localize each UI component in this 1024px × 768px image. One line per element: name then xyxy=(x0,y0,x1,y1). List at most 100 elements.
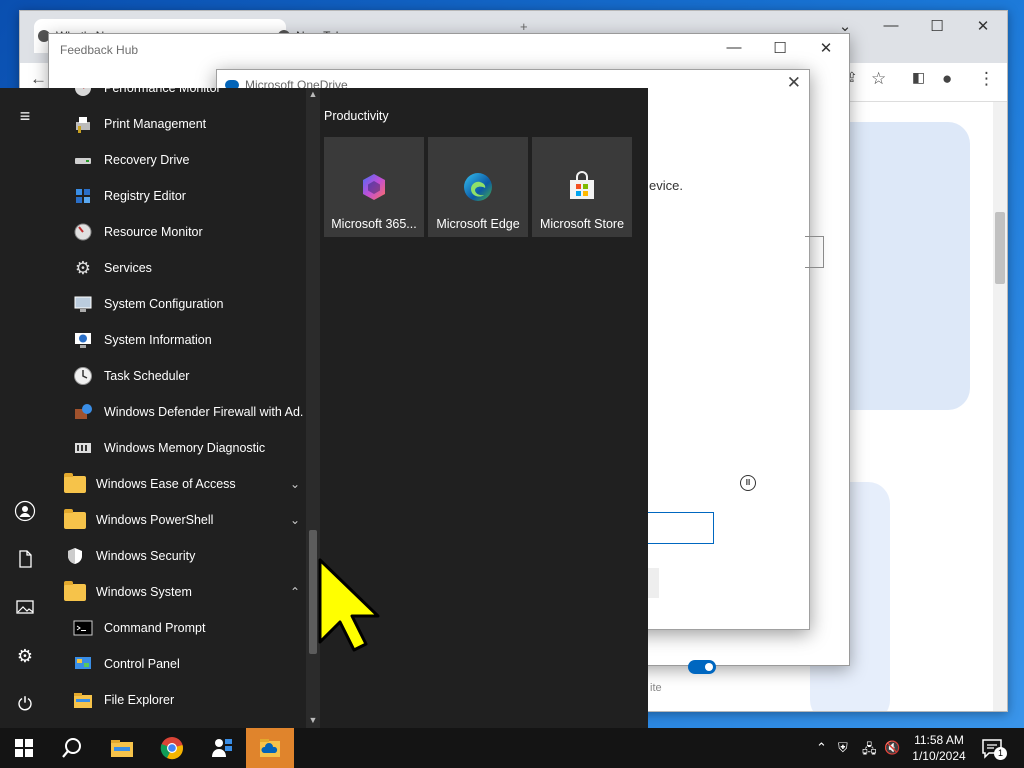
chrome-minimize-button[interactable]: — xyxy=(868,17,914,34)
tile-microsoft-store[interactable]: Microsoft Store xyxy=(532,137,632,237)
app-label: Resource Monitor xyxy=(104,225,203,239)
onedrive-close-button[interactable]: ✕ xyxy=(787,73,801,93)
taskbar-people[interactable] xyxy=(198,728,246,768)
app-list: Performance Monitor Print Management Rec… xyxy=(50,88,306,728)
feedback-close-button[interactable]: ✕ xyxy=(803,39,849,57)
app-item-print-management[interactable]: Print Management xyxy=(50,106,306,142)
taskbar-chrome[interactable] xyxy=(148,728,196,768)
edge-icon xyxy=(464,173,492,201)
control-panel-icon xyxy=(72,654,94,674)
tile-microsoft-edge[interactable]: Microsoft Edge xyxy=(428,137,528,237)
app-item-control-panel[interactable]: Control Panel xyxy=(50,646,306,682)
taskbar: ⌃ ⛨ 🖧 🔇 11:58 AM 1/10/2024 1 xyxy=(0,728,1024,768)
app-folder-windows-system[interactable]: Windows System ⌃ xyxy=(50,574,306,610)
mouse-cursor-icon xyxy=(318,558,380,652)
background-label: ite xyxy=(650,682,662,694)
user-icon[interactable] xyxy=(13,500,37,524)
new-tab-icon[interactable]: + xyxy=(520,19,528,34)
background-toggle[interactable] xyxy=(688,660,716,674)
folder-icon xyxy=(64,581,86,602)
app-item-recovery-drive[interactable]: Recovery Drive xyxy=(50,142,306,178)
tile-microsoft-365[interactable]: Microsoft 365... xyxy=(324,137,424,237)
app-label: Windows Ease of Access xyxy=(96,477,236,491)
clock[interactable]: 11:58 AM 1/10/2024 xyxy=(900,732,978,764)
system-configuration-icon xyxy=(72,294,94,314)
app-item-performance-monitor[interactable]: Performance Monitor xyxy=(50,88,306,106)
app-label: Print Management xyxy=(104,117,207,131)
app-item-services[interactable]: ⚙ Services xyxy=(50,250,306,286)
app-item-windows-defender-firewall[interactable]: Windows Defender Firewall with Ad... xyxy=(50,394,306,430)
app-label: Windows Memory Diagnostic xyxy=(104,441,266,455)
file-explorer-icon xyxy=(72,690,94,710)
folder-icon xyxy=(64,509,86,530)
volume-muted-icon[interactable]: 🔇 xyxy=(884,740,900,756)
app-folder-windows-powershell[interactable]: Windows PowerShell ⌄ xyxy=(50,502,306,538)
app-item-system-configuration[interactable]: System Configuration xyxy=(50,286,306,322)
people-icon xyxy=(212,739,232,757)
clock-date: 1/10/2024 xyxy=(912,749,966,763)
start-button[interactable] xyxy=(0,728,48,768)
chrome-maximize-button[interactable]: ☐ xyxy=(914,17,960,35)
chrome-close-button[interactable]: ✕ xyxy=(960,17,1006,35)
feedback-minimize-button[interactable]: — xyxy=(711,39,757,56)
app-item-task-scheduler[interactable]: Task Scheduler xyxy=(50,358,306,394)
firewall-icon xyxy=(72,402,94,422)
onedrive-setup-icon xyxy=(260,739,280,757)
resource-monitor-icon xyxy=(72,222,94,242)
app-item-windows-memory-diagnostic[interactable]: Windows Memory Diagnostic xyxy=(50,430,306,466)
scroll-up-icon[interactable]: ▲ xyxy=(306,89,320,99)
recovery-drive-icon xyxy=(72,150,94,170)
profile-icon[interactable]: ● xyxy=(942,69,952,89)
store-icon xyxy=(570,171,594,199)
settings-icon[interactable]: ⚙ xyxy=(13,644,37,668)
chrome-scroll-thumb[interactable] xyxy=(995,212,1005,284)
start-icon xyxy=(15,739,33,757)
app-label: System Configuration xyxy=(104,297,224,311)
shield-icon xyxy=(64,546,86,566)
notification-count-badge: 1 xyxy=(994,747,1007,760)
registry-editor-icon xyxy=(72,186,94,206)
app-item-command-prompt[interactable]: Command Prompt xyxy=(50,610,306,646)
network-icon[interactable]: 🖧 xyxy=(862,740,877,762)
security-alert-icon[interactable]: ⛨ xyxy=(838,740,848,756)
app-item-registry-editor[interactable]: Registry Editor xyxy=(50,178,306,214)
pause-icon[interactable]: II xyxy=(740,475,756,491)
taskbar-onedrive-setup[interactable] xyxy=(246,728,294,768)
back-icon[interactable]: ← xyxy=(30,69,47,89)
taskbar-file-explorer[interactable] xyxy=(98,728,146,768)
app-folder-windows-ease-of-access[interactable]: Windows Ease of Access ⌄ xyxy=(50,466,306,502)
search-icon xyxy=(62,738,81,758)
feedback-maximize-button[interactable]: ☐ xyxy=(757,39,803,57)
search-button[interactable] xyxy=(48,728,96,768)
app-item-resource-monitor[interactable]: Resource Monitor xyxy=(50,214,306,250)
chrome-menu-icon[interactable]: ⋮ xyxy=(978,69,995,89)
power-icon[interactable]: ⏻ xyxy=(13,692,37,716)
action-center-button[interactable]: 1 xyxy=(980,736,1010,760)
chevron-down-icon: ⌄ xyxy=(289,477,300,491)
app-item-file-explorer[interactable]: File Explorer xyxy=(50,682,306,718)
scroll-down-icon[interactable]: ▼ xyxy=(306,715,320,725)
file-explorer-icon xyxy=(111,740,133,757)
pictures-icon[interactable] xyxy=(13,596,37,620)
onedrive-email-field[interactable] xyxy=(645,512,714,544)
app-item-windows-security[interactable]: Windows Security xyxy=(50,538,306,574)
app-label: Registry Editor xyxy=(104,189,186,203)
clock-time: 11:58 AM xyxy=(914,733,964,747)
print-management-icon xyxy=(72,114,94,134)
side-panel-icon[interactable]: ◧ xyxy=(912,69,925,86)
app-item-system-information[interactable]: System Information xyxy=(50,322,306,358)
performance-monitor-icon xyxy=(72,88,94,98)
onedrive-input-field[interactable] xyxy=(805,236,824,268)
bookmark-star-icon[interactable]: ☆ xyxy=(871,69,886,89)
onedrive-button[interactable] xyxy=(647,568,659,598)
hamburger-icon[interactable]: ≡ xyxy=(13,104,37,128)
chevron-up-icon: ⌃ xyxy=(289,585,300,599)
show-hidden-icons-icon[interactable]: ⌃ xyxy=(816,740,827,756)
document-icon[interactable] xyxy=(13,548,37,572)
app-label: Control Panel xyxy=(104,657,180,671)
tile-label: Microsoft Store xyxy=(539,217,625,231)
system-information-icon xyxy=(72,330,94,350)
chrome-scrollbar[interactable] xyxy=(993,102,1007,711)
memory-diagnostic-icon xyxy=(72,438,94,458)
app-label: Task Scheduler xyxy=(104,369,190,383)
